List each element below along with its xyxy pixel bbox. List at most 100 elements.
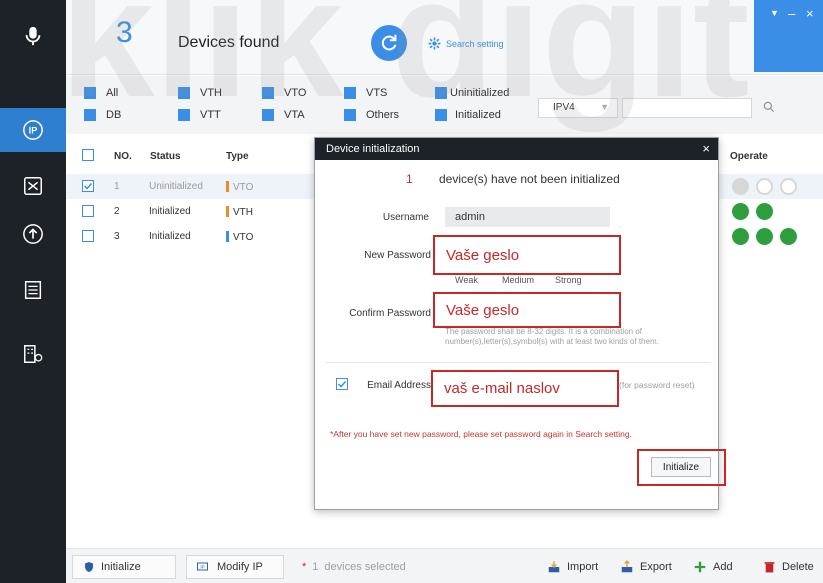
devices-found-label: Devices found <box>178 34 280 51</box>
modify-ip-button[interactable]: IP Modify IP <box>186 555 284 579</box>
column-header-no: NO. <box>114 151 132 162</box>
shield-icon <box>85 562 93 572</box>
delete-button[interactable]: Delete <box>763 555 814 579</box>
filter-all[interactable]: All <box>84 87 118 99</box>
filter-label: VTH <box>200 87 222 99</box>
import-button[interactable]: Import <box>547 555 598 579</box>
filter-vta[interactable]: VTA <box>262 109 305 121</box>
strength-medium: Medium <box>502 275 535 285</box>
filter-vts[interactable]: VTS <box>344 87 387 99</box>
menu-icon[interactable]: ▼ <box>770 8 779 18</box>
import-label: Import <box>567 561 599 573</box>
row-checkbox[interactable] <box>82 230 94 242</box>
confirm-password-value: Vaše geslo <box>446 301 520 319</box>
gear-icon <box>428 37 441 50</box>
checkmark-icon <box>337 380 347 388</box>
sidebar-item-voice[interactable] <box>0 14 66 58</box>
search-icon[interactable] <box>762 100 776 114</box>
chevron-down-icon: ▼ <box>600 102 609 112</box>
filter-initialized[interactable]: Initialized <box>435 109 501 121</box>
dialog-initialize-button[interactable]: Initialize <box>651 457 711 477</box>
email-field[interactable]: vaš e-mail naslov <box>431 370 619 407</box>
row-checkbox[interactable] <box>82 205 94 217</box>
filter-label: Others <box>366 109 400 121</box>
row-type-label: VTH <box>233 207 253 218</box>
settings-icon[interactable] <box>756 228 773 245</box>
devices-selected-label: devices selected <box>324 561 406 573</box>
filter-vto[interactable]: VTO <box>262 87 306 99</box>
add-button[interactable]: Add <box>693 555 733 579</box>
search-input[interactable] <box>622 98 752 118</box>
search-setting-label: Search setting <box>446 38 504 49</box>
minimize-icon[interactable]: – <box>788 6 795 21</box>
close-icon[interactable]: × <box>702 141 710 156</box>
ip-version-select[interactable]: IPV4 ▼ <box>538 98 618 118</box>
initialize-button[interactable]: Initialize <box>72 555 176 579</box>
username-label: Username <box>382 212 429 223</box>
edit-icon[interactable] <box>732 203 749 220</box>
filter-uninitialized[interactable]: Uninitialized <box>435 87 509 99</box>
export-button[interactable]: Export <box>620 555 672 579</box>
required-asterisk: * <box>302 561 307 573</box>
password-note: *After you have set new password, please… <box>330 429 632 439</box>
sidebar-item-tools[interactable] <box>0 164 66 208</box>
sidebar-item-building[interactable] <box>0 332 66 376</box>
delete-label: Delete <box>782 561 814 573</box>
row-status: Initialized <box>149 231 191 242</box>
email-value: vaš e-mail naslov <box>444 380 560 397</box>
upgrade-icon <box>23 224 43 244</box>
row-no: 3 <box>114 231 120 242</box>
password-hint: The password shall be 8-32 digits. It is… <box>445 327 659 346</box>
plus-icon <box>694 561 706 573</box>
ip-version-value: IPV4 <box>553 102 575 113</box>
row-type: VTO <box>226 231 253 243</box>
sidebar-item-list[interactable] <box>0 268 66 312</box>
selected-count: 1 <box>312 561 319 573</box>
filter-label: DB <box>106 109 122 121</box>
search-setting-link[interactable]: Search setting <box>428 37 504 50</box>
settings-icon[interactable] <box>756 178 773 195</box>
filter-label: Initialized <box>455 109 501 121</box>
email-checkbox[interactable] <box>336 378 348 390</box>
settings-icon[interactable] <box>756 203 773 220</box>
select-all-checkbox[interactable] <box>82 149 94 161</box>
close-icon[interactable]: × <box>806 6 814 21</box>
filter-vtt[interactable]: VTT <box>178 109 221 121</box>
filter-db[interactable]: DB <box>84 109 121 121</box>
row-status: Initialized <box>149 206 191 217</box>
filter-label: VTS <box>366 87 388 99</box>
edit-icon[interactable] <box>732 228 749 245</box>
confirm-password-field[interactable]: Vaše geslo <box>433 292 621 328</box>
sidebar-item-ip[interactable]: IP <box>0 108 66 152</box>
selection-status: * 1 devices selected <box>302 555 406 579</box>
type-marker <box>226 181 229 192</box>
new-password-field[interactable]: Vaše geslo <box>433 235 621 275</box>
row-type-label: VTO <box>233 232 254 243</box>
initialize-button-highlight: Initialize <box>637 449 726 486</box>
import-icon <box>548 561 560 573</box>
row-checkbox[interactable] <box>82 180 94 192</box>
filter-label: VTO <box>284 87 307 99</box>
filter-panel: All VTH VTO VTS Uninitialized DB VTT VTA… <box>66 76 823 134</box>
refresh-button[interactable] <box>371 25 407 61</box>
dialog-initialize-label: Initialize <box>662 461 700 473</box>
initialize-label: Initialize <box>101 561 141 573</box>
filter-others[interactable]: Others <box>344 109 399 121</box>
type-marker <box>226 231 229 242</box>
edit-icon[interactable] <box>732 178 749 195</box>
filter-vth[interactable]: VTH <box>178 87 222 99</box>
column-header-status: Status <box>150 151 181 162</box>
web-icon[interactable] <box>780 178 797 195</box>
add-label: Add <box>713 561 733 573</box>
sidebar-item-upgrade[interactable] <box>0 212 66 256</box>
filter-label: VTA <box>284 109 305 121</box>
svg-text:IP: IP <box>29 126 38 136</box>
web-icon[interactable] <box>780 228 797 245</box>
filter-label: Uninitialized <box>450 87 510 99</box>
type-marker <box>226 206 229 217</box>
tools-icon <box>24 177 42 195</box>
uninitialized-message: device(s) have not been initialized <box>439 172 620 186</box>
username-field[interactable]: admin <box>445 207 610 227</box>
email-label: Email Address <box>367 380 431 391</box>
footer-toolbar: Initialize IP Modify IP * 1 devices sele… <box>66 548 823 583</box>
